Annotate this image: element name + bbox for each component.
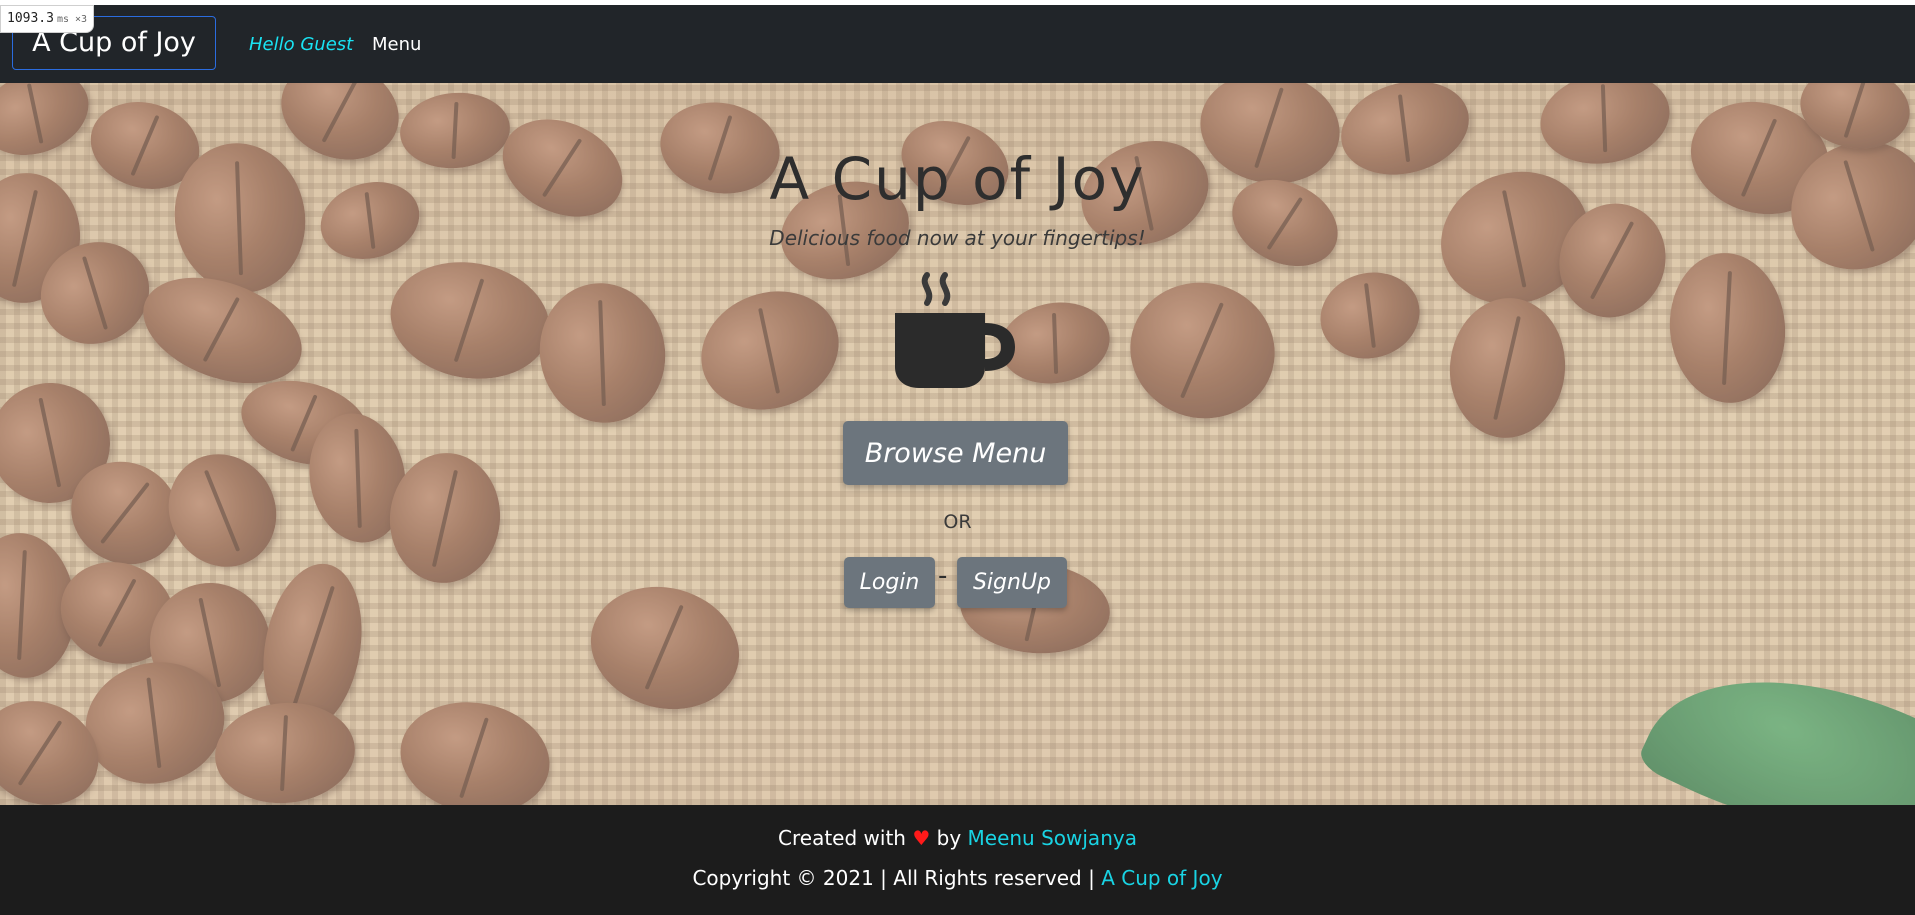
signup-button[interactable]: SignUp xyxy=(957,557,1067,608)
hero-title: A Cup of Joy xyxy=(769,145,1146,213)
perf-unit: ms ×3 xyxy=(56,14,88,25)
hero-section: A Cup of Joy Delicious food now at your … xyxy=(0,83,1915,805)
heart-icon: ♥ xyxy=(912,826,931,850)
footer: Created with ♥ by Meenu Sowjanya Copyrig… xyxy=(0,805,1915,915)
hero-content: A Cup of Joy Delicious food now at your … xyxy=(0,83,1915,805)
perf-badge: 1093.3 ms ×3 xyxy=(0,5,95,33)
greeting-text: Hello Guest xyxy=(249,34,354,55)
login-button[interactable]: Login xyxy=(844,557,935,608)
coffee-cup-icon xyxy=(895,272,1015,388)
browse-menu-button[interactable]: Browse Menu xyxy=(843,421,1068,485)
hero-tagline: Delicious food now at your fingertips! xyxy=(769,226,1146,250)
or-separator: OR xyxy=(943,511,972,533)
perf-value: 1093.3 xyxy=(7,11,54,26)
auth-separator: - xyxy=(938,561,948,591)
copyright-text: Copyright © 2021 | All Rights reserved | xyxy=(692,866,1095,890)
footer-credit: Created with ♥ by Meenu Sowjanya xyxy=(0,826,1915,850)
footer-copyright: Copyright © 2021 | All Rights reserved |… xyxy=(0,866,1915,890)
credit-prefix: Created with xyxy=(778,826,906,850)
site-link[interactable]: A Cup of Joy xyxy=(1101,866,1222,890)
navbar: A Cup of Joy Hello Guest Menu xyxy=(0,5,1915,83)
nav-menu-link[interactable]: Menu xyxy=(372,34,421,55)
credit-by: by xyxy=(936,826,962,850)
author-link[interactable]: Meenu Sowjanya xyxy=(968,826,1137,850)
